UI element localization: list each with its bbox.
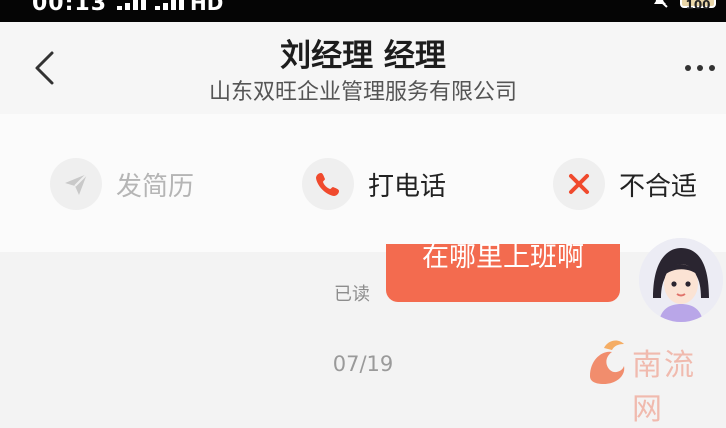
send-icon [65,173,88,195]
not-suitable-icon-circle [553,158,605,210]
more-options-icon[interactable] [685,65,715,73]
call-button[interactable]: 打电话 [302,158,446,210]
company-name: 山东双旺企业管理服务有限公司 [208,80,517,105]
watermark-text: 南流网 [632,348,696,427]
message-bubble[interactable]: 在哪里上班啊 [386,244,620,302]
avatar-illustration [639,238,723,322]
read-status: 已读 [334,284,370,305]
signal-strength-icon [117,0,146,10]
signal-strength-icon-2 [155,0,184,10]
mute-icon [654,0,668,8]
send-resume-icon-circle [50,158,102,210]
chat-header: 刘经理 经理 山东双旺企业管理服务有限公司 [0,22,726,114]
avatar[interactable] [639,238,723,322]
status-time: 00:13 [32,0,108,16]
not-suitable-button[interactable]: 不合适 [553,158,697,210]
status-bar: 00:13 HD 100 [0,0,726,22]
close-icon [569,174,589,194]
send-resume-button[interactable]: 发简历 [50,158,194,210]
action-bar: 发简历 打电话 不合适 [0,114,726,253]
network-type: HD [190,0,224,15]
battery-indicator: 100 [680,0,716,12]
contact-name: 刘经理 经理 [280,38,446,74]
send-resume-label: 发简历 [116,171,195,202]
call-icon-circle [302,158,354,210]
not-suitable-label: 不合适 [619,171,698,202]
call-label: 打电话 [368,171,447,202]
phone-icon [316,173,339,196]
